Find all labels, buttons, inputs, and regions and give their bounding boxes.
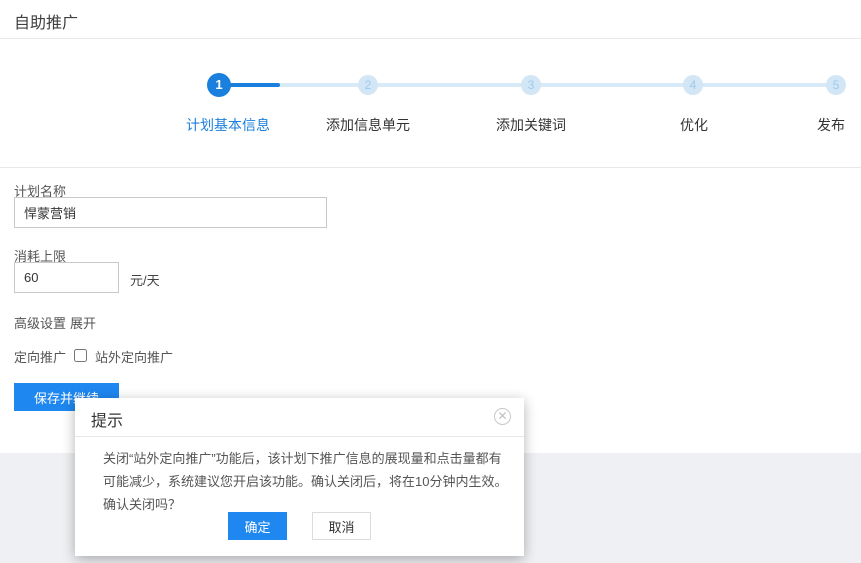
dialog-message: 关闭“站外定向推广”功能后，该计划下推广信息的展现量和点击量都有可能减少，系统建…: [103, 447, 508, 516]
confirm-dialog: 提示 ✕ 关闭“站外定向推广”功能后，该计划下推广信息的展现量和点击量都有可能减…: [75, 398, 524, 556]
step-circle-1: 1: [207, 73, 231, 97]
budget-input[interactable]: [14, 262, 119, 293]
step-label-add-unit: 添加信息单元: [326, 115, 410, 135]
dialog-button-row: 确定 取消: [75, 512, 524, 540]
step-label-publish: 发布: [817, 115, 845, 135]
offsite-targeting-checkbox[interactable]: [74, 349, 87, 362]
step-circle-2: 2: [358, 75, 378, 95]
confirm-button[interactable]: 确定: [228, 512, 287, 540]
dialog-title: 提示: [91, 407, 123, 431]
step-circle-4: 4: [683, 75, 703, 95]
header-divider: [0, 38, 861, 39]
dialog-header-divider: [75, 436, 524, 437]
page-title: 自助推广: [14, 9, 78, 33]
content-divider: [0, 167, 861, 168]
step-label-add-keywords: 添加关键词: [496, 115, 566, 135]
step-label-optimize: 优化: [680, 115, 708, 135]
close-icon[interactable]: ✕: [494, 408, 511, 425]
cancel-button[interactable]: 取消: [312, 512, 371, 540]
step-label-plan-info: 计划基本信息: [186, 115, 270, 135]
advanced-settings-expand-link[interactable]: 展开: [70, 313, 96, 332]
step-circle-3: 3: [521, 75, 541, 95]
plan-name-input[interactable]: [14, 197, 327, 228]
targeting-label: 定向推广: [14, 347, 66, 366]
advanced-settings-label: 高级设置: [14, 313, 66, 332]
step-circle-5: 5: [826, 75, 846, 95]
budget-unit-label: 元/天: [130, 270, 160, 289]
offsite-targeting-checkbox-label[interactable]: 站外定向推广: [95, 347, 173, 366]
